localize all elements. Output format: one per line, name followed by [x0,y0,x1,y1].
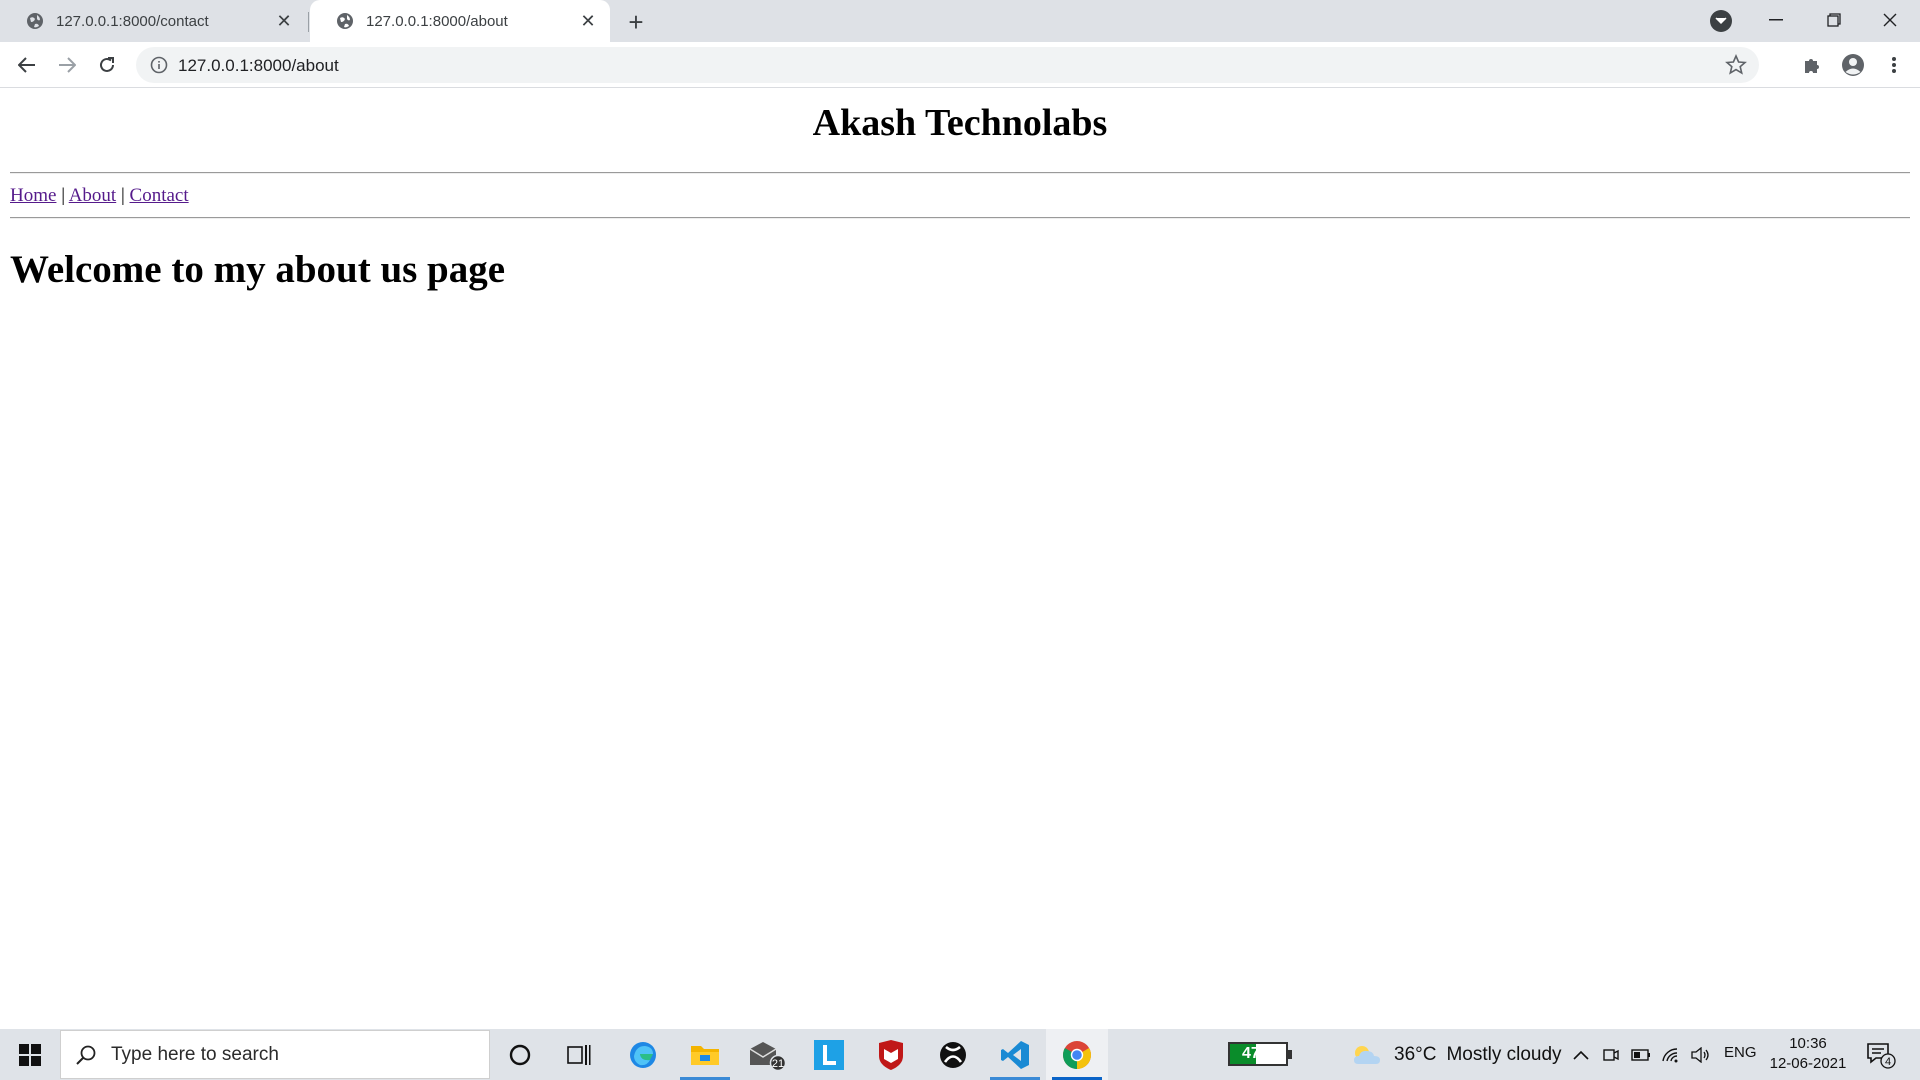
tab-about[interactable]: 127.0.0.1:8000/about ✕ [310,0,610,42]
mail-badge: 21 [772,1058,784,1070]
meet-now-icon[interactable] [1600,1044,1622,1066]
browser-toolbar: 127.0.0.1:8000/about [0,42,1920,88]
cortana-icon[interactable] [489,1029,551,1080]
taskbar: Type here to search 21 47% 36°C Mostly c… [0,1029,1920,1080]
menu-dots-icon[interactable] [1882,53,1906,77]
globe-icon [27,13,43,29]
web-page: Akash Technolabs Home | About | Contact … [0,89,1920,1029]
tab-strip: 127.0.0.1:8000/contact ✕ 127.0.0.1:8000/… [0,0,1920,42]
tab-divider [308,12,309,32]
search-placeholder: Type here to search [111,1043,279,1065]
tab-contact[interactable]: 127.0.0.1:8000/contact ✕ [0,0,306,42]
mail-icon[interactable]: 21 [736,1029,798,1080]
nav-separator: | [120,185,125,206]
tab-search-icon[interactable] [1710,10,1732,32]
extensions-puzzle-icon[interactable] [1800,53,1824,77]
battery-icon[interactable] [1630,1044,1652,1066]
taskbar-search-input[interactable]: Type here to search [60,1030,490,1079]
xbox-icon[interactable] [922,1029,984,1080]
forward-arrow-icon[interactable] [52,50,82,80]
restore-icon[interactable] [1806,0,1862,40]
nav-separator: | [61,185,65,206]
notification-center-icon[interactable]: 4 [1866,1041,1896,1069]
chevron-up-icon[interactable] [1570,1044,1592,1066]
url-text: 127.0.0.1:8000/about [178,56,339,75]
task-view-icon[interactable] [548,1029,610,1080]
close-tab-icon[interactable]: ✕ [274,11,294,31]
clock-time: 10:36 [1789,1035,1827,1052]
back-arrow-icon[interactable] [12,50,42,80]
language-indicator[interactable]: ENG [1724,1044,1757,1061]
notification-count: 4 [1885,1056,1891,1068]
new-tab-button[interactable]: + [622,7,650,37]
chrome-icon[interactable] [1046,1029,1108,1080]
close-window-icon[interactable] [1862,0,1918,40]
volume-icon[interactable] [1690,1044,1712,1066]
reload-icon[interactable] [92,50,122,80]
horizontal-rule [10,172,1910,174]
l-app-icon[interactable] [798,1029,860,1080]
globe-icon [337,13,353,29]
minimize-icon[interactable] [1748,0,1804,40]
site-title: Akash Technolabs [812,102,1108,144]
profile-avatar-icon[interactable] [1841,53,1865,77]
nav-link-home[interactable]: Home [10,185,56,206]
search-icon [76,1045,96,1065]
address-bar[interactable]: 127.0.0.1:8000/about [136,47,1759,83]
windows-start-icon[interactable] [0,1029,60,1080]
file-explorer-icon[interactable] [674,1029,736,1080]
page-heading: Welcome to my about us page [10,248,506,291]
cloud-icon [1354,1045,1380,1064]
site-nav: Home | About | Contact [10,185,189,207]
clock-date: 12-06-2021 [1769,1055,1847,1072]
battery-percent: 47% [1241,1045,1275,1062]
edge-browser-icon[interactable] [612,1029,674,1080]
vscode-icon[interactable] [984,1029,1046,1080]
nav-link-contact[interactable]: Contact [130,185,189,206]
clock[interactable]: 10:36 12-06-2021 [1766,1034,1850,1074]
close-tab-icon[interactable]: ✕ [578,11,598,31]
battery-meter-widget[interactable]: 47% [1228,1042,1292,1066]
site-info-icon[interactable] [150,56,168,74]
tab-title: 127.0.0.1:8000/contact [56,12,209,30]
tab-title: 127.0.0.1:8000/about [366,12,508,30]
mcafee-shield-icon[interactable] [860,1029,922,1080]
wifi-icon[interactable] [1660,1044,1682,1066]
weather-temp: 36°C [1394,1043,1437,1065]
horizontal-rule [10,217,1910,219]
bookmark-star-icon[interactable] [1725,54,1747,76]
weather-widget[interactable]: 36°C Mostly cloudy [1352,1029,1562,1080]
battery-nub [1288,1050,1292,1059]
weather-desc: Mostly cloudy [1446,1043,1562,1065]
nav-link-about[interactable]: About [69,185,117,206]
